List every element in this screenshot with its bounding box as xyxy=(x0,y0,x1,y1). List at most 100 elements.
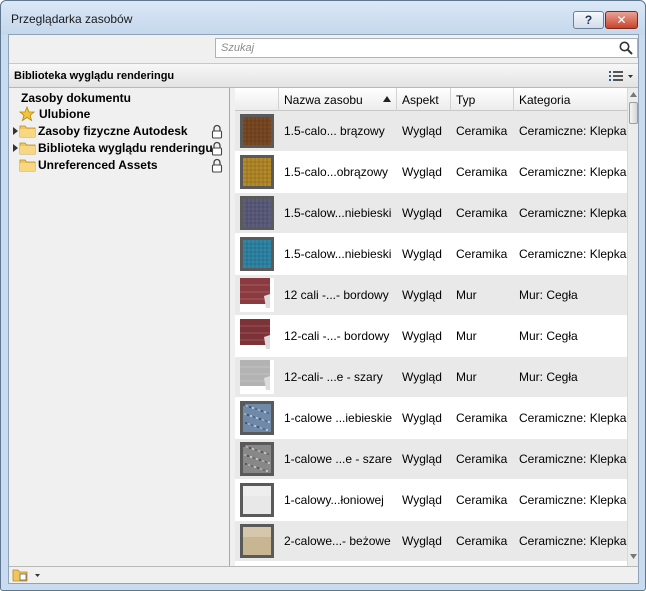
cell-aspect: Wygląd xyxy=(402,165,442,179)
cell-aspect: Wygląd xyxy=(402,534,442,548)
cell-type: Ceramika xyxy=(456,206,508,220)
material-thumbnail xyxy=(240,319,274,353)
cell-aspect: Wygląd xyxy=(402,206,442,220)
column-header-type[interactable]: Typ xyxy=(451,88,514,111)
tree-item-render-library[interactable]: Biblioteka wyglądu renderingu xyxy=(9,140,230,156)
asset-browser-window: Przeglądarka zasobów ? ✕ Biblioteka wygl… xyxy=(0,0,646,591)
material-thumbnail xyxy=(240,401,274,435)
cell-asset-name: 12-cali -...- bordowy xyxy=(284,329,390,343)
table-row[interactable]: 1.5-calo...obrązowy Wygląd Ceramika Ceramic… xyxy=(235,152,627,193)
cell-category: Ceramiczne: Klepka xyxy=(519,534,627,548)
cell-type: Ceramika xyxy=(456,165,508,179)
material-thumbnail xyxy=(240,155,274,189)
table-row[interactable]: 12 cali -...- bordowy Wygląd Mur Mur: Cegła xyxy=(235,275,627,316)
scroll-down-icon[interactable] xyxy=(630,554,637,559)
library-tree: Zasoby dokumentu Ulubione Zasoby fizyczn… xyxy=(9,88,230,566)
tree-item-label: Zasoby fizyczne Autodesk xyxy=(38,124,188,138)
view-options-icon[interactable] xyxy=(607,68,635,84)
help-button[interactable]: ? xyxy=(573,11,604,29)
tree-item-unreferenced-assets[interactable]: Unreferenced Assets xyxy=(9,157,230,173)
cell-category: Ceramiczne: Klepka xyxy=(519,247,627,261)
expand-arrow-icon[interactable] xyxy=(12,140,19,156)
material-thumbnail xyxy=(240,114,274,148)
material-thumbnail xyxy=(240,483,274,517)
search-icon[interactable] xyxy=(618,40,634,56)
close-icon: ✕ xyxy=(616,13,627,27)
cell-aspect: Wygląd xyxy=(402,452,442,466)
table-row[interactable]: 1-calowy...łoniowej Wygląd Ceramika Ceramic… xyxy=(235,480,627,521)
material-thumbnail xyxy=(240,360,274,394)
cell-asset-name: 1-calowe ...iebieskie xyxy=(284,411,393,425)
cell-aspect: Wygląd xyxy=(402,493,442,507)
cell-type: Ceramika xyxy=(456,411,508,425)
table-row[interactable]: 1.5-calo... brązowy Wygląd Ceramika Ceramic… xyxy=(235,111,627,152)
content-area: Biblioteka wyglądu renderingu Zasoby dok… xyxy=(8,34,639,584)
table-row[interactable]: 1.5-calow...niebieski Wygląd Ceramika Ceram… xyxy=(235,234,627,275)
cell-asset-name: 1.5-calow...niebieski xyxy=(284,247,392,261)
cell-category: Ceramiczne: Klepka xyxy=(519,165,627,179)
material-thumbnail xyxy=(240,196,274,230)
search-input[interactable] xyxy=(215,38,638,58)
cell-aspect: Wygląd xyxy=(402,411,442,425)
vertical-scrollbar[interactable] xyxy=(627,88,638,566)
cell-category: Mur: Cegła xyxy=(519,288,578,302)
table-row[interactable]: 12-cali -...- bordowy Wygląd Mur Mur: Cegła xyxy=(235,316,627,357)
cell-category: Mur: Cegła xyxy=(519,370,578,384)
table-row[interactable]: 1-calowe ...iebieskie Wygląd Ceramika Ceram… xyxy=(235,398,627,439)
footer-bar xyxy=(9,566,638,583)
tree-item-document-assets[interactable]: Zasoby dokumentu xyxy=(21,90,131,106)
star-icon xyxy=(19,106,35,122)
cell-type: Mur xyxy=(456,329,477,343)
title-bar[interactable]: Przeglądarka zasobów ? ✕ xyxy=(1,1,645,35)
lock-icon xyxy=(211,158,223,173)
folder-icon xyxy=(19,125,36,138)
search-bar xyxy=(9,35,638,63)
cell-type: Ceramika xyxy=(456,124,508,138)
material-thumbnail xyxy=(240,278,274,312)
library-header: Biblioteka wyglądu renderingu xyxy=(9,63,638,88)
cell-category: Mur: Cegła xyxy=(519,329,578,343)
cell-asset-name: 1-calowe ...e - szare xyxy=(284,452,393,466)
cell-type: Ceramika xyxy=(456,493,508,507)
tree-item-autodesk-physical[interactable]: Zasoby fizyczne Autodesk xyxy=(9,123,230,139)
library-manage-icon[interactable] xyxy=(12,568,42,582)
table-header: Nazwa zasobu Aspekt Typ Kategoria xyxy=(235,88,627,111)
tree-item-label: Ulubione xyxy=(39,107,91,121)
tree-item-favorites[interactable]: Ulubione xyxy=(19,106,90,122)
column-header-name[interactable]: Nazwa zasobu xyxy=(279,88,397,111)
scroll-thumb[interactable] xyxy=(629,102,638,124)
column-header-category[interactable]: Kategoria xyxy=(514,88,627,111)
table-row[interactable]: 2-calowe...- beżowe Wygląd Ceramika Ceramic… xyxy=(235,521,627,562)
lock-icon xyxy=(211,124,223,139)
column-header-thumbnail[interactable] xyxy=(235,88,279,111)
lock-icon xyxy=(211,141,223,156)
cell-aspect: Wygląd xyxy=(402,247,442,261)
table-row[interactable]: 1.5-calow...niebieski Wygląd Ceramika Ceram… xyxy=(235,193,627,234)
material-thumbnail xyxy=(240,442,274,476)
cell-asset-name: 2-calowe...- beżowe xyxy=(284,534,391,548)
cell-asset-name: 12-cali- ...e - szary xyxy=(284,370,383,384)
cell-type: Ceramika xyxy=(456,247,508,261)
library-title: Biblioteka wyglądu renderingu xyxy=(14,70,175,82)
help-icon: ? xyxy=(584,13,593,27)
window-title: Przeglądarka zasobów xyxy=(11,12,133,26)
material-thumbnail xyxy=(240,524,274,558)
cell-asset-name: 1.5-calow...niebieski xyxy=(284,206,392,220)
tree-item-label: Biblioteka wyglądu renderingu xyxy=(38,141,213,155)
expand-arrow-icon[interactable] xyxy=(12,123,19,139)
cell-aspect: Wygląd xyxy=(402,370,442,384)
scroll-up-icon[interactable] xyxy=(630,92,637,97)
tree-item-label: Unreferenced Assets xyxy=(38,158,158,172)
material-thumbnail xyxy=(240,237,274,271)
cell-asset-name: 1-calowy...łoniowej xyxy=(284,493,384,507)
close-button[interactable]: ✕ xyxy=(605,11,638,29)
cell-asset-name: 12 cali -...- bordowy xyxy=(284,288,389,302)
cell-type: Ceramika xyxy=(456,452,508,466)
tree-item-label: Zasoby dokumentu xyxy=(21,91,132,105)
table-row[interactable]: 12-cali- ...e - szary Wygląd Mur Mur: Cegła xyxy=(235,357,627,398)
cell-type: Mur xyxy=(456,288,477,302)
table-row[interactable]: 1-calowe ...e - szare Wygląd Ceramika Ceram… xyxy=(235,439,627,480)
sort-ascending-icon xyxy=(383,96,391,102)
column-header-aspect[interactable]: Aspekt xyxy=(397,88,451,111)
asset-table: Nazwa zasobu Aspekt Typ Kategoria 1.5-ca… xyxy=(235,88,638,566)
